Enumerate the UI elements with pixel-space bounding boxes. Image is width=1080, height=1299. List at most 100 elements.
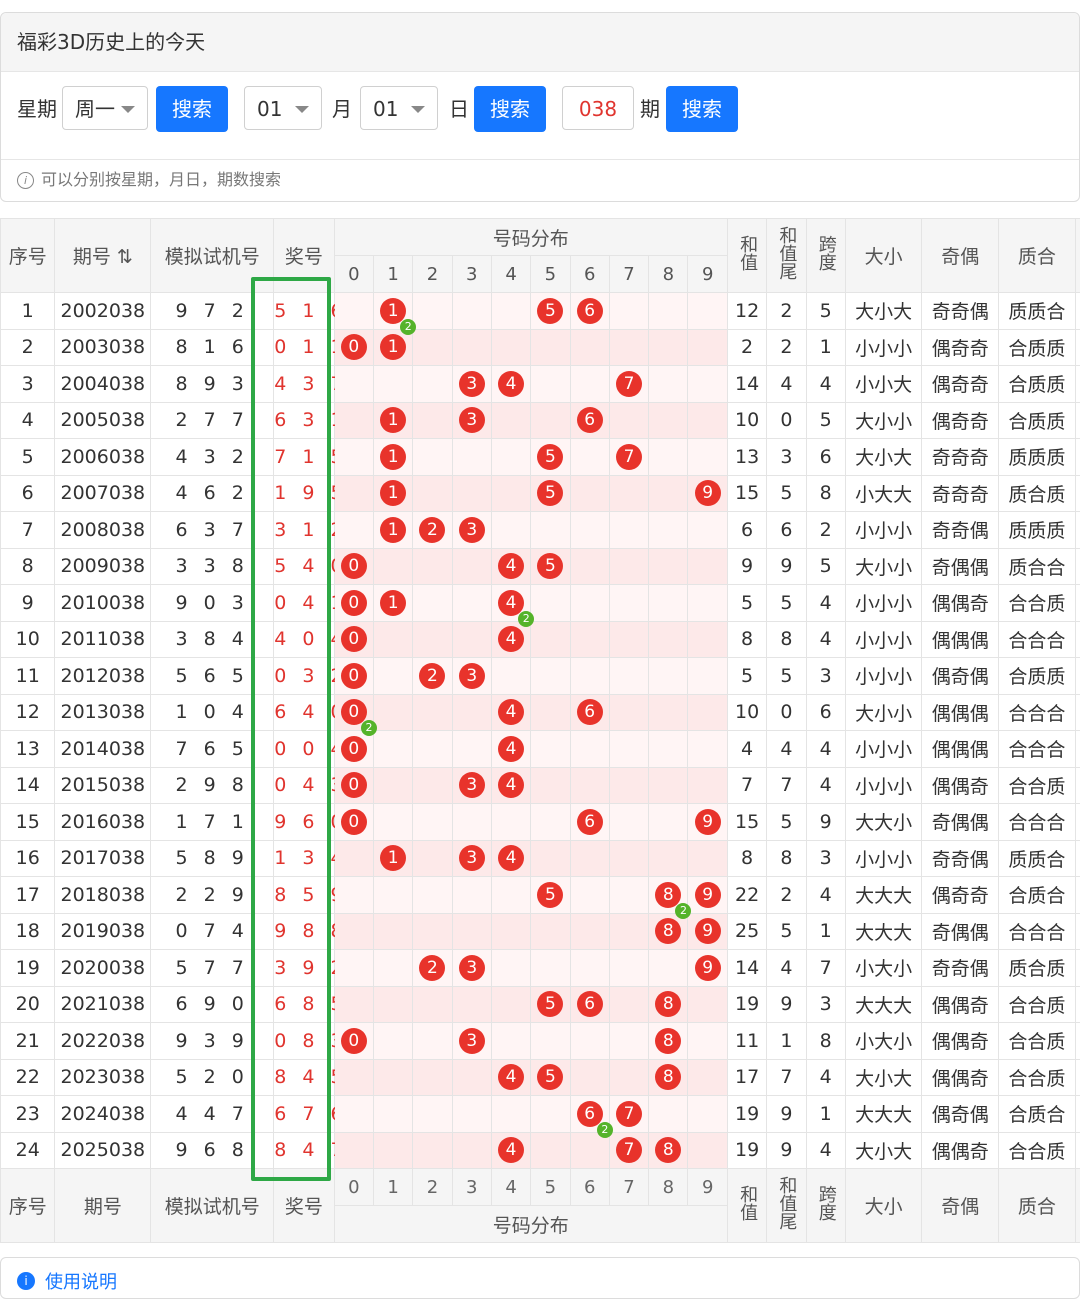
dist-cell-7 xyxy=(609,694,648,731)
row-size: 大大大 xyxy=(845,877,922,914)
table-row: 2020210386 9 06 8 55681993大大大偶偶奇合合质 xyxy=(1,986,1080,1023)
dist-cell-8: 8 xyxy=(649,1023,688,1060)
dist-cell-1: 12 xyxy=(373,293,412,330)
row-size: 大大小 xyxy=(845,804,922,841)
row-index: 5 xyxy=(1,439,55,476)
row-span: 3 xyxy=(806,840,845,877)
number-ball: 5 xyxy=(537,991,563,1017)
dist-cell-2 xyxy=(413,1132,452,1169)
row-prime: 合合质 xyxy=(999,585,1076,622)
dist-cell-3 xyxy=(452,621,491,658)
table-row: 620070384 6 21 9 51591558小大大奇奇奇质合质 xyxy=(1,475,1080,512)
dist-cell-3 xyxy=(452,1096,491,1133)
number-ball: 4 xyxy=(498,772,524,798)
dist-cell-7: 7 xyxy=(609,439,648,476)
row-extra xyxy=(1075,1023,1080,1060)
dist-cell-8 xyxy=(649,548,688,585)
dist-cell-5: 5 xyxy=(531,548,570,585)
row-index: 1 xyxy=(1,293,55,330)
row-simulated-number: 2 7 7 xyxy=(151,402,274,439)
number-ball: 0 xyxy=(341,1028,367,1054)
table-row: 2120220389 3 90 8 30381118小大小偶偶奇合合质 xyxy=(1,1023,1080,1060)
weekday-select[interactable]: 周一 xyxy=(62,86,148,130)
sort-icon: ⇅ xyxy=(117,246,133,268)
foot-digit-header-1: 1 xyxy=(373,1169,412,1206)
number-ball: 1 xyxy=(380,480,406,506)
row-span: 4 xyxy=(806,585,845,622)
usage-link[interactable]: 使用说明 xyxy=(45,1268,117,1294)
dist-cell-5 xyxy=(531,621,570,658)
row-index: 16 xyxy=(1,840,55,877)
day-select[interactable]: 01 xyxy=(360,86,438,130)
row-sum-tail: 2 xyxy=(767,293,806,330)
dist-cell-2 xyxy=(413,475,452,512)
issue-search-button[interactable]: 搜索 xyxy=(666,86,738,132)
dist-cell-9: 9 xyxy=(688,913,727,950)
row-extra xyxy=(1075,694,1080,731)
row-size: 小大大 xyxy=(845,475,922,512)
dist-cell-4: 42 xyxy=(491,585,530,622)
dist-cell-6 xyxy=(570,585,609,622)
dist-cell-5: 5 xyxy=(531,439,570,476)
dist-cell-9 xyxy=(688,366,727,403)
dist-cell-5 xyxy=(531,1023,570,1060)
dist-cell-5: 5 xyxy=(531,986,570,1023)
row-sum: 7 xyxy=(727,767,766,804)
row-size: 小大小 xyxy=(845,950,922,987)
row-winning-number: 0 4 1 xyxy=(274,585,334,622)
row-span: 1 xyxy=(806,913,845,950)
number-ball: 5 xyxy=(537,1064,563,1090)
row-size: 小小小 xyxy=(845,731,922,768)
row-winning-number: 0 1 1 xyxy=(274,329,334,366)
row-span: 4 xyxy=(806,1132,845,1169)
row-sum: 5 xyxy=(727,585,766,622)
row-sum-tail: 4 xyxy=(767,366,806,403)
row-sum: 2 xyxy=(727,329,766,366)
dist-cell-1 xyxy=(373,658,412,695)
dist-cell-7 xyxy=(609,767,648,804)
row-issue: 2006038 xyxy=(55,439,151,476)
col-extra-header xyxy=(1075,219,1080,293)
dist-cell-1 xyxy=(373,548,412,585)
row-sum-tail: 2 xyxy=(767,877,806,914)
dist-cell-1 xyxy=(373,621,412,658)
row-odd-even: 奇奇奇 xyxy=(922,439,999,476)
dist-cell-6 xyxy=(570,767,609,804)
number-ball: 6 xyxy=(577,1101,603,1127)
dist-cell-0 xyxy=(334,439,373,476)
foot-sum-header-label: 和值 xyxy=(737,1185,757,1221)
dist-cell-8: 8 xyxy=(649,1059,688,1096)
dist-cell-5 xyxy=(531,840,570,877)
row-winning-number: 9 8 8 xyxy=(274,913,334,950)
digit-header-0: 0 xyxy=(334,256,373,293)
row-winning-number: 0 3 2 xyxy=(274,658,334,695)
dist-cell-7 xyxy=(609,548,648,585)
search-row: 星期 周一 搜索 01 月 01 日 搜索 038 期 搜索 xyxy=(1,83,1079,135)
row-winning-number: 6 4 0 xyxy=(274,694,334,731)
row-winning-number: 1 9 5 xyxy=(274,475,334,512)
weekday-search-button[interactable]: 搜索 xyxy=(156,86,228,132)
col-issue-header[interactable]: 期号 ⇅ xyxy=(55,219,151,293)
month-select[interactable]: 01 xyxy=(244,86,322,130)
dist-cell-3 xyxy=(452,329,491,366)
row-sum-tail: 5 xyxy=(767,475,806,512)
dist-cell-0: 0 xyxy=(334,585,373,622)
row-span: 2 xyxy=(806,512,845,549)
row-extra xyxy=(1075,1132,1080,1169)
row-extra xyxy=(1075,475,1080,512)
dist-cell-0 xyxy=(334,1132,373,1169)
issue-input[interactable]: 038 xyxy=(562,86,634,130)
date-search-button[interactable]: 搜索 xyxy=(474,86,546,132)
dist-cell-9 xyxy=(688,658,727,695)
row-sum: 10 xyxy=(727,694,766,731)
number-ball: 3 xyxy=(459,663,485,689)
number-ball: 4 xyxy=(498,371,524,397)
month-label: 月 xyxy=(332,83,352,135)
dist-cell-9 xyxy=(688,1096,727,1133)
dist-cell-4 xyxy=(491,950,530,987)
dist-cell-9: 9 xyxy=(688,475,727,512)
dist-cell-8 xyxy=(649,694,688,731)
dist-cell-6 xyxy=(570,1059,609,1096)
row-extra xyxy=(1075,804,1080,841)
dist-cell-5 xyxy=(531,767,570,804)
